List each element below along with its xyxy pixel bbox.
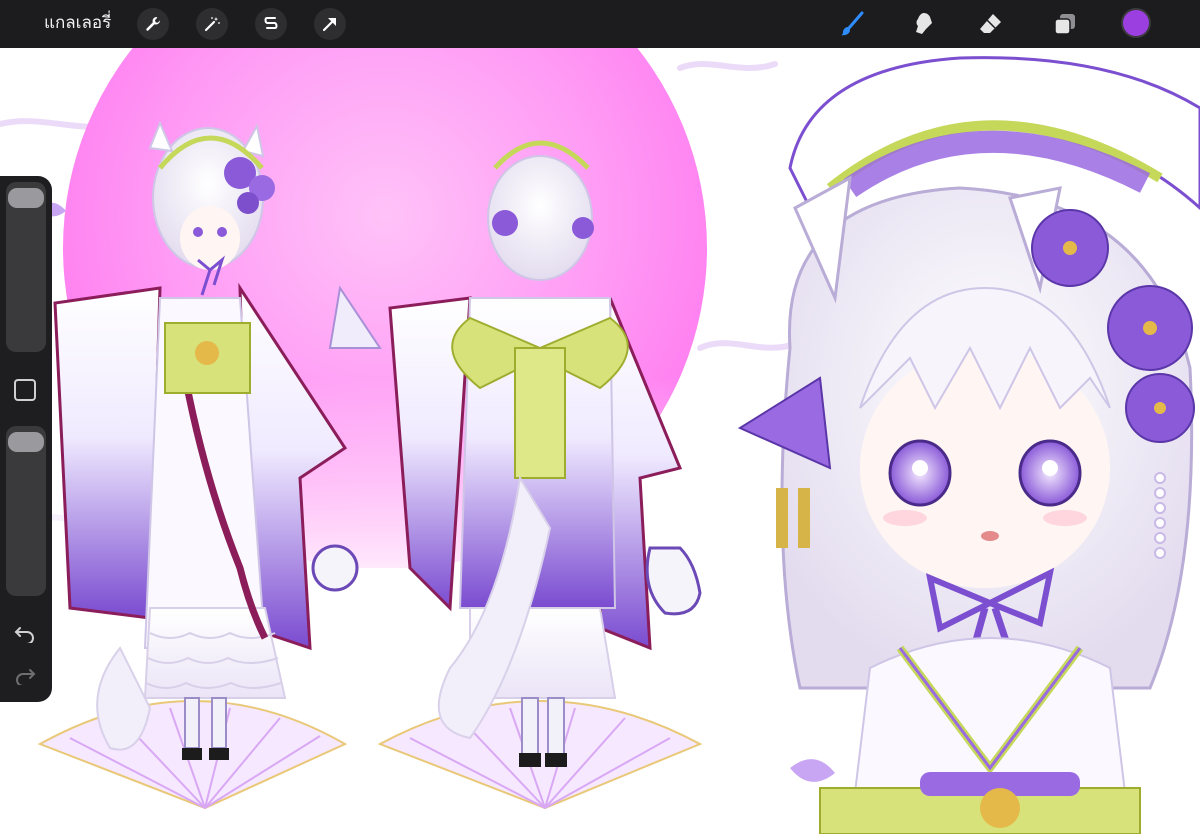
smudge-icon bbox=[916, 13, 932, 34]
transform-button[interactable] bbox=[314, 8, 346, 40]
actions-button[interactable] bbox=[137, 8, 169, 40]
drawing-canvas[interactable] bbox=[0, 48, 1200, 834]
eraser-button[interactable] bbox=[972, 6, 1008, 42]
redo-icon bbox=[16, 669, 36, 685]
eraser-icon bbox=[980, 14, 1001, 33]
brush-icon bbox=[841, 11, 864, 36]
wrench-icon bbox=[146, 17, 160, 31]
opacity-slider-thumb[interactable] bbox=[8, 432, 44, 452]
layers-button[interactable] bbox=[1047, 6, 1083, 42]
brush-size-slider[interactable] bbox=[6, 182, 46, 352]
modify-square-icon[interactable] bbox=[14, 379, 36, 401]
undo-button[interactable] bbox=[12, 624, 38, 644]
opacity-slider[interactable] bbox=[6, 426, 46, 596]
layers-icon bbox=[1054, 14, 1075, 35]
smudge-button[interactable] bbox=[905, 6, 941, 42]
artwork bbox=[0, 48, 1200, 834]
brush-button[interactable] bbox=[835, 6, 871, 42]
undo-icon bbox=[14, 627, 34, 643]
gallery-button[interactable]: แกลเลอรี่ bbox=[44, 11, 111, 35]
transform-arrow-icon bbox=[322, 18, 336, 32]
selection-icon bbox=[264, 17, 278, 29]
brush-size-slider-thumb[interactable] bbox=[8, 188, 44, 208]
top-toolbar: แกลเลอรี่ bbox=[0, 0, 1200, 48]
selection-button[interactable] bbox=[255, 8, 287, 40]
redo-button[interactable] bbox=[12, 666, 38, 686]
left-sidebar bbox=[0, 176, 52, 702]
color-picker-button[interactable] bbox=[1121, 8, 1151, 38]
magic-wand-icon bbox=[204, 17, 220, 32]
adjustments-button[interactable] bbox=[196, 8, 228, 40]
